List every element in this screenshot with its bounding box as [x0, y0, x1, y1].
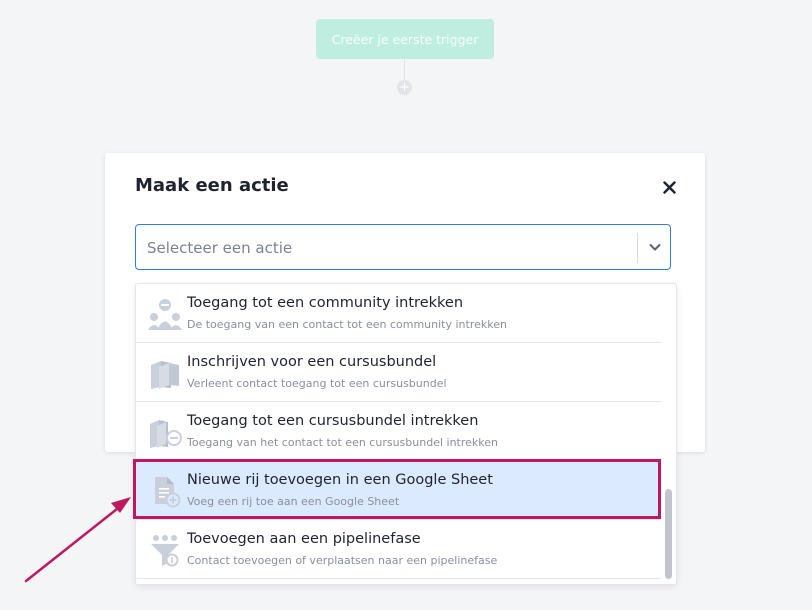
option-google-sheet-add-row[interactable]: Nieuwe rij toevoegen in een Google Sheet… [136, 461, 661, 520]
option-description: Verleent contact toegang tot een cursusb… [187, 377, 447, 390]
course-bundle-icon [151, 361, 179, 389]
option-title: Toegang tot een cursusbundel intrekken [187, 413, 479, 429]
option-title: Toegang tot een community intrekken [187, 295, 464, 311]
modal-title: Maak een actie [135, 175, 289, 196]
option-revoke-course-bundle[interactable]: Toegang tot een cursusbundel intrekken T… [136, 402, 661, 461]
option-description: Voeg een rij toe aan een Google Sheet [187, 495, 400, 508]
option-revoke-community[interactable]: Toegang tot een community intrekken De t… [136, 284, 661, 343]
create-first-trigger-button[interactable]: Creëer je eerste trigger [316, 19, 494, 59]
action-dropdown-list: Toegang tot een community intrekken De t… [135, 283, 677, 585]
option-add-to-pipeline-stage[interactable]: Toevoegen aan een pipelinefase Contact t… [136, 520, 661, 579]
connector-line [404, 59, 405, 81]
course-bundle-revoke-icon [150, 420, 182, 448]
option-title: Inschrijven voor een cursusbundel [187, 354, 437, 370]
option-enroll-course-bundle[interactable]: Inschrijven voor een cursusbundel Verlee… [136, 343, 661, 402]
option-title: Nieuwe rij toevoegen in een Google Sheet [187, 472, 493, 488]
chevron-down-icon[interactable] [647, 239, 663, 255]
pipeline-icon [151, 535, 179, 567]
close-icon [662, 180, 676, 194]
option-title: Toevoegen aan een pipelinefase [187, 531, 421, 547]
select-divider [637, 233, 638, 263]
action-select[interactable]: Selecteer een actie [135, 224, 671, 270]
add-step-button[interactable]: + [397, 80, 412, 95]
select-placeholder: Selecteer een actie [147, 239, 293, 257]
option-description: De toegang van een contact tot een commu… [187, 318, 507, 331]
option-description: Toegang van het contact tot een cursusbu… [187, 436, 498, 449]
close-button[interactable] [659, 177, 679, 197]
option-description: Contact toevoegen of verplaatsen naar ee… [187, 554, 498, 567]
sheet-add-row-icon [155, 477, 181, 508]
community-revoke-icon [148, 299, 182, 330]
dropdown-scrollbar-thumb[interactable] [665, 489, 672, 579]
